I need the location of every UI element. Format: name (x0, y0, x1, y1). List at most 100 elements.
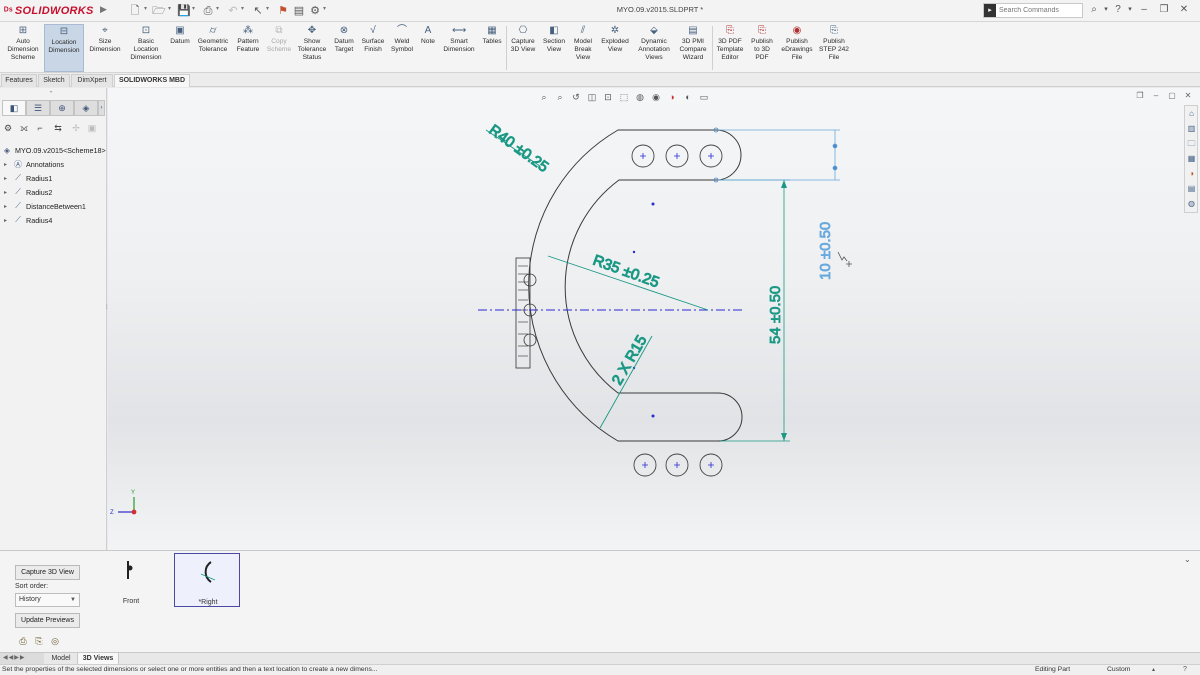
search-dropdown-icon[interactable]: ▾ (1100, 4, 1112, 16)
delete-scheme-tool-icon[interactable]: ✢ (70, 122, 82, 134)
part-drawing[interactable]: R40 ±0.25 R35 ±0.25 2 X R15 54 ±0.50 10 … (108, 88, 1200, 550)
update-previews-button[interactable]: Update Previews (15, 613, 80, 628)
tolerance-tool-icon[interactable]: ▣ (86, 122, 98, 134)
save-icon[interactable]: 💾 (177, 4, 191, 18)
open-dropdown-icon[interactable]: ▾ (168, 5, 174, 12)
tree-item-radius1[interactable]: ▸ ⟋ Radius1 (4, 172, 52, 184)
sort-order-select[interactable]: History ▼ (15, 593, 80, 607)
expand-icon[interactable]: ▸ (4, 161, 12, 168)
datum-button[interactable]: ▣ Datum (167, 24, 193, 72)
d10-dimension-text[interactable]: 10 ±0.50 (817, 221, 835, 280)
location-dimension-button[interactable]: ⊟ Location Dimension (44, 24, 84, 72)
r15-dimension[interactable]: 2 X R15 (599, 332, 653, 429)
r35-dimension-text[interactable]: R35 ±0.25 (590, 251, 662, 292)
graphics-area[interactable]: ⌕ ⌕ ↺ ◫ ⊡ ⬚ ◍ ◉ ◑ ◐ ▭ ❐ – ▢ ✕ R40 ±0.25 … (108, 88, 1200, 550)
help-icon[interactable]: ? (1112, 4, 1124, 16)
print-dropdown-icon[interactable]: ▾ (216, 5, 222, 12)
import-scheme-tool-icon[interactable]: ⇆ (52, 122, 64, 134)
tree-root[interactable]: ◈ MYO.09.v2015<Scheme18> (1, 144, 106, 156)
undo-dropdown-icon[interactable]: ▾ (241, 5, 247, 12)
show-tolerance-status-button[interactable]: ✥ Show Tolerance Status (295, 24, 329, 72)
publish-edrawings-button[interactable]: ◉ Publish eDrawings File (780, 24, 814, 72)
restore-icon[interactable]: ❐ (1158, 4, 1170, 16)
section-view-button[interactable]: ◧ Section View (540, 24, 568, 72)
open-folder-icon[interactable]: 🗁 (152, 4, 166, 18)
expand-icon[interactable]: ▸ (4, 217, 12, 224)
view-thumbnail-front[interactable]: Front (98, 553, 164, 607)
smart-dimension-button[interactable]: ⟷ Smart Dimension (441, 24, 477, 72)
property-manager-tab-icon[interactable]: ☰ (26, 100, 50, 116)
undo-icon[interactable]: ↶ (226, 4, 240, 18)
tables-button[interactable]: ▦ Tables (480, 24, 504, 72)
r40-dimension[interactable]: R40 ±0.25 (485, 121, 552, 176)
pdf-template-editor-button[interactable]: ⎘ 3D PDF Template Editor (714, 24, 746, 72)
datum-target-button[interactable]: ⊗ Datum Target (330, 24, 358, 72)
appearances-icon[interactable]: ◑ (1186, 168, 1197, 179)
auto-dimension-tool-icon[interactable]: ⚙ (2, 122, 14, 134)
file-properties-icon[interactable]: ▤ (292, 4, 306, 18)
d54-dimension-text[interactable]: 54 ±0.50 (767, 285, 785, 344)
new-document-icon[interactable]: 🗋 (128, 4, 142, 18)
view-palette-icon[interactable]: ▦ (1186, 153, 1197, 164)
copy-scheme-tool-icon[interactable]: ⌐ (34, 122, 46, 134)
filter-view-icon[interactable]: ◎ (49, 635, 61, 647)
pattern-feature-button[interactable]: ⁂ Pattern Feature (233, 24, 263, 72)
search-icon[interactable]: ⌕ (1088, 4, 1100, 16)
r35-dimension[interactable]: R35 ±0.25 (547, 251, 709, 311)
tab-sketch[interactable]: Sketch (38, 74, 70, 87)
search-commands-box[interactable]: ▸ (983, 3, 1083, 18)
size-dimension-button[interactable]: ⌖ Size Dimension (86, 24, 124, 72)
tree-item-radius2[interactable]: ▸ ⟋ Radius2 (4, 186, 52, 198)
pmi-compare-wizard-button[interactable]: ▤ 3D PMI Compare Wizard (676, 24, 710, 72)
exploded-view-button[interactable]: ✲ Exploded View (598, 24, 632, 72)
tree-item-distancebetween1[interactable]: ▸ ⟋ DistanceBetween1 (4, 200, 86, 212)
configuration-manager-tab-icon[interactable]: ⊕ (50, 100, 74, 116)
r15-dimension-text[interactable]: 2 X R15 (608, 332, 651, 388)
forum-icon[interactable]: ◍ (1186, 198, 1197, 209)
expand-icon[interactable]: ▸ (4, 203, 12, 210)
expand-icon[interactable]: ▸ (4, 189, 12, 196)
more-tabs-icon[interactable]: › (98, 100, 105, 116)
search-category-icon[interactable]: ▸ (984, 4, 996, 17)
print-view-icon[interactable]: ⎘ (33, 635, 45, 647)
tab-solidworks-mbd[interactable]: SOLIDWORKS MBD (114, 74, 190, 87)
geometric-tolerance-button[interactable]: ⌭ Geometric Tolerance (195, 24, 231, 72)
options-dropdown-icon[interactable]: ▾ (323, 5, 329, 12)
view-thumbnail-right[interactable]: *Right (174, 553, 240, 607)
auto-dimension-scheme-button[interactable]: ⊞ Auto Dimension Scheme (4, 24, 42, 72)
basic-location-dimension-button[interactable]: ⊡ Basic Location Dimension (126, 24, 166, 72)
dimxpert-manager-tab-icon[interactable]: ◈ (74, 100, 98, 116)
d54-dimension[interactable]: 54 ±0.50 (720, 179, 790, 442)
close-icon[interactable]: ✕ (1178, 4, 1190, 16)
new-dropdown-icon[interactable]: ▾ (144, 5, 150, 12)
collapse-panel-icon[interactable]: ⌄ (1184, 555, 1194, 565)
rebuild-icon[interactable]: ⚑ (276, 4, 290, 18)
model-break-view-button[interactable]: ⫽ Model Break View (570, 24, 596, 72)
unit-dropdown-icon[interactable]: ▴ (1152, 665, 1155, 675)
options-gear-icon[interactable]: ⚙ (308, 4, 322, 18)
select-dropdown-icon[interactable]: ▾ (266, 5, 272, 12)
copy-scheme-button[interactable]: ⧉ Copy Scheme (265, 24, 293, 72)
publish-3d-pdf-button[interactable]: ⎘ Publish to 3D PDF (748, 24, 776, 72)
help-icon[interactable]: ? (1183, 665, 1187, 675)
publish-view-icon[interactable]: ⎙ (17, 635, 29, 647)
select-arrow-icon[interactable]: ↖ (251, 4, 265, 18)
expand-icon[interactable]: ▸ (4, 175, 12, 182)
menu-expand-icon[interactable]: ▶ (100, 4, 108, 18)
panel-grip-icon[interactable]: • (50, 90, 52, 96)
weld-symbol-button[interactable]: ⌒ Weld Symbol (389, 24, 415, 72)
note-button[interactable]: A Note (417, 24, 439, 72)
save-dropdown-icon[interactable]: ▾ (192, 5, 198, 12)
search-input[interactable] (996, 7, 1080, 14)
print-icon[interactable]: ⎙ (201, 4, 215, 18)
tree-item-radius4[interactable]: ▸ ⟋ Radius4 (4, 214, 52, 226)
solidworks-logo[interactable]: ᴰˢ SOLIDWORKS (4, 3, 100, 19)
d10-dimension[interactable]: 10 ±0.50 (713, 127, 840, 280)
publish-step-button[interactable]: ⎘ Publish STEP 242 File (817, 24, 851, 72)
help-dropdown-icon[interactable]: ▾ (1124, 4, 1136, 16)
custom-properties-icon[interactable]: ▤ (1186, 183, 1197, 194)
unit-system-select[interactable]: Custom (1107, 665, 1130, 675)
capture-3d-view-button[interactable]: Capture 3D View (15, 565, 80, 580)
side-boss-features[interactable] (515, 257, 537, 369)
tab-features[interactable]: Features (1, 74, 37, 87)
